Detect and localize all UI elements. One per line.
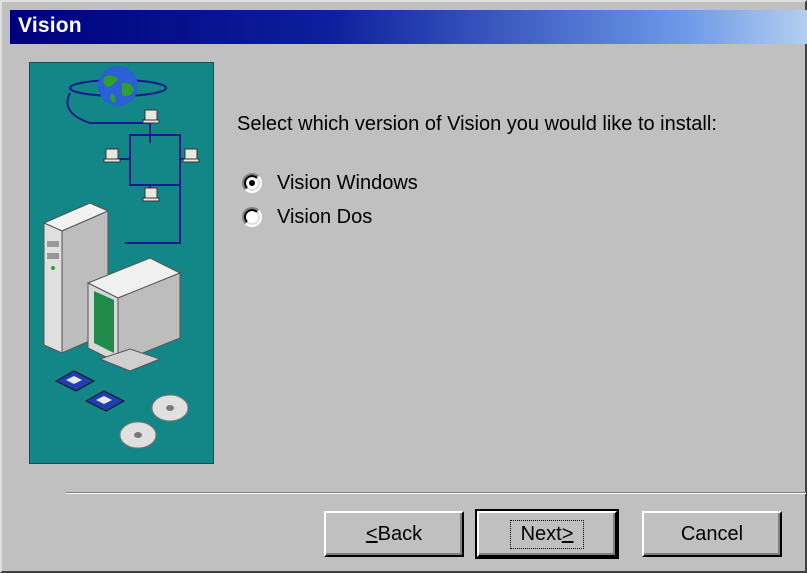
next-label: Next xyxy=(520,522,562,545)
next-mnemonic: > xyxy=(561,522,574,545)
back-mnemonic: < xyxy=(365,522,378,545)
radio-unselected-icon[interactable] xyxy=(242,207,262,227)
network-computer-illustration xyxy=(42,66,200,449)
installer-window: Vision Select which version of Vision yo… xyxy=(0,0,807,573)
separator-line xyxy=(66,492,806,494)
radio-vision-dos[interactable]: Vision Dos xyxy=(242,204,372,230)
cancel-button[interactable]: Cancel xyxy=(642,511,782,557)
install-prompt: Select which version of Vision you would… xyxy=(237,113,717,135)
title-bar[interactable]: Vision xyxy=(10,10,807,44)
radio-label-windows: Vision Windows xyxy=(277,171,418,194)
window-title: Vision xyxy=(18,14,82,37)
cd-disc-icons xyxy=(119,394,189,449)
next-focus-rect: Next> xyxy=(509,519,585,549)
globe-icon xyxy=(69,66,167,106)
cancel-label: Cancel xyxy=(680,522,744,545)
setup-illustration xyxy=(29,62,214,464)
radio-selected-icon[interactable] xyxy=(242,173,262,193)
radio-vision-windows[interactable]: Vision Windows xyxy=(242,170,418,196)
floppy-disk-icons xyxy=(54,370,126,412)
back-button[interactable]: < Back xyxy=(324,511,464,557)
radio-label-dos: Vision Dos xyxy=(277,205,373,228)
back-label: Back xyxy=(377,522,423,545)
next-button[interactable]: Next> xyxy=(475,509,619,559)
